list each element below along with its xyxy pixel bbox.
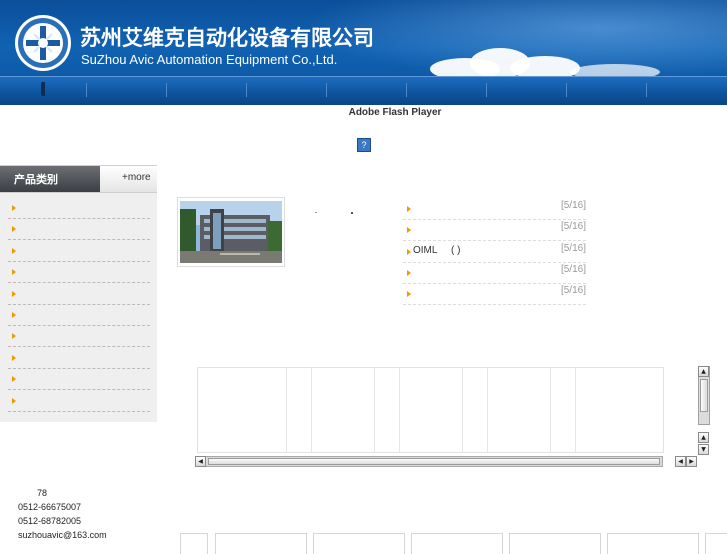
arrow-icon [12, 355, 16, 361]
scrollbar-thumb[interactable] [208, 458, 660, 465]
sidebar-item[interactable] [8, 390, 150, 412]
company-name-en: SuZhou Avic Automation Equipment Co.,Ltd… [81, 52, 338, 67]
sidebar-item[interactable] [8, 368, 150, 390]
sidebar-item[interactable] [8, 347, 150, 369]
flash-help-icon[interactable]: ? [357, 138, 371, 152]
intro-text-fragment [351, 212, 353, 214]
arrow-icon [12, 291, 16, 297]
sidebar-item[interactable] [8, 261, 150, 283]
bottom-box [180, 533, 208, 554]
news-date: [5/16] [560, 243, 586, 254]
nav-separator [86, 83, 87, 97]
sidebar-item[interactable] [8, 325, 150, 347]
building-image [180, 201, 282, 263]
contact-phone: 0512-66675007 [18, 502, 82, 512]
main-nav [0, 76, 727, 105]
arrow-icon [12, 226, 16, 232]
arrow-icon [407, 291, 411, 297]
sidebar-item[interactable] [8, 304, 150, 326]
company-building-photo[interactable] [177, 197, 285, 267]
nav-start-marker [41, 82, 45, 96]
intro-text-fragment [315, 212, 317, 213]
contact-address: 78 [37, 488, 48, 498]
arrow-icon [12, 398, 16, 404]
contact-fax: 0512-68782005 [18, 516, 82, 526]
nav-separator [246, 83, 247, 97]
scrollbar-thumb[interactable] [700, 379, 708, 412]
nav-separator [566, 83, 567, 97]
flash-player-label: Adobe Flash Player [348, 107, 442, 118]
arrow-icon [12, 312, 16, 318]
bottom-box [411, 533, 503, 554]
nav-separator [326, 83, 327, 97]
sidebar-title: 产品类别 [14, 173, 58, 186]
sidebar-item[interactable] [8, 240, 150, 262]
company-name-cn: 苏州艾维克自动化设备有限公司 [80, 26, 374, 50]
sidebar-item[interactable] [8, 218, 150, 240]
arrow-icon [407, 227, 411, 233]
bottom-box [215, 533, 307, 554]
sidebar-item[interactable] [8, 197, 150, 219]
news-item[interactable]: [5/16] [403, 283, 586, 305]
scroll-down-icon[interactable]: ▼ [698, 444, 709, 455]
sidebar-more-link[interactable]: +more [122, 172, 151, 183]
arrow-icon [12, 248, 16, 254]
sidebar-item[interactable] [8, 283, 150, 305]
news-item[interactable]: [5/16] [403, 262, 586, 284]
bottom-box [607, 533, 699, 554]
arrow-icon [12, 376, 16, 382]
scroll-left-icon[interactable]: ◀ [195, 456, 206, 467]
news-date: [5/16] [560, 285, 586, 296]
scroll-left-icon[interactable]: ◀ [675, 456, 686, 467]
bottom-box [509, 533, 601, 554]
arrow-icon [407, 270, 411, 276]
nav-separator [406, 83, 407, 97]
nav-separator [166, 83, 167, 97]
scroll-up-icon[interactable]: ▲ [698, 366, 709, 377]
news-item[interactable]: [5/16] [403, 198, 586, 220]
product-scroller[interactable] [197, 367, 664, 453]
contact-email[interactable]: suzhouavic@163.com [18, 530, 107, 540]
arrow-icon [407, 249, 411, 255]
arrow-icon [407, 206, 411, 212]
scroll-right-icon[interactable]: ▶ [686, 456, 697, 467]
arrow-icon [12, 269, 16, 275]
news-date: [5/16] [560, 264, 586, 275]
news-date: [5/16] [560, 221, 586, 232]
bottom-box [705, 533, 727, 554]
company-logo-icon[interactable] [14, 14, 72, 72]
scroll-up-icon[interactable]: ▲ [698, 432, 709, 443]
news-item[interactable]: [5/16] [403, 219, 586, 241]
horizontal-scrollbar[interactable] [195, 456, 663, 467]
bottom-box [313, 533, 405, 554]
arrow-icon [12, 333, 16, 339]
news-date: [5/16] [560, 200, 586, 211]
news-item[interactable]: OIML ( ) [5/16] [403, 241, 586, 263]
nav-separator [646, 83, 647, 97]
nav-separator [486, 83, 487, 97]
arrow-icon [12, 205, 16, 211]
